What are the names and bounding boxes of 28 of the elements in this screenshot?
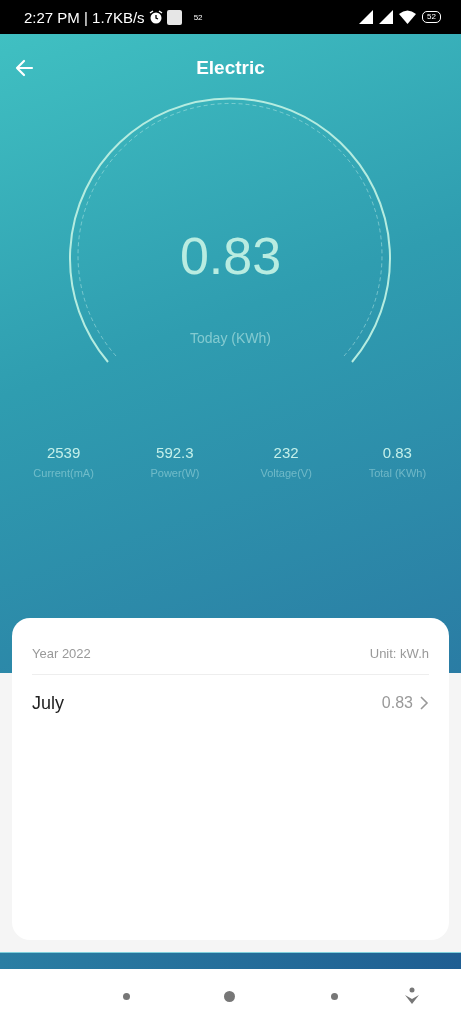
stat-value: 2539 — [46, 444, 81, 461]
battery-icon: 52 — [422, 11, 441, 23]
stat-label: Total (KWh) — [368, 467, 427, 479]
page-title: Electric — [196, 57, 265, 79]
unit-label: Unit: kW.h — [369, 645, 429, 661]
stat-value: 0.83 — [382, 444, 412, 461]
chevron-right-icon[interactable] — [419, 696, 429, 710]
notification-icon — [166, 9, 182, 25]
notification-count: 52 — [193, 12, 203, 22]
wifi-icon — [399, 10, 417, 24]
status-time: 2:27 PM | 1.7KB/s — [24, 8, 145, 26]
stat-label: Power(W) — [150, 467, 200, 479]
stat-value: 592.3 — [156, 444, 194, 461]
today-energy-label: Today (KWh) — [190, 330, 271, 346]
nav-dot-icon[interactable] — [123, 993, 130, 1000]
stat-label: Current(mA) — [33, 467, 94, 479]
alarm-icon — [148, 10, 163, 24]
signal-icon — [379, 10, 394, 24]
stat-value: 232 — [273, 444, 299, 461]
stat-label: Voltage(V) — [260, 467, 312, 479]
month-value: 0.83 — [381, 694, 413, 712]
month-label[interactable]: July — [32, 692, 64, 714]
nav-home-icon[interactable] — [224, 991, 235, 1002]
accessibility-icon[interactable] — [404, 987, 420, 1005]
signal-icon — [359, 10, 374, 24]
nav-dot-icon[interactable] — [331, 993, 338, 1000]
today-energy-value: 0.83 — [179, 226, 282, 286]
year-label: Year 2022 — [32, 645, 91, 661]
